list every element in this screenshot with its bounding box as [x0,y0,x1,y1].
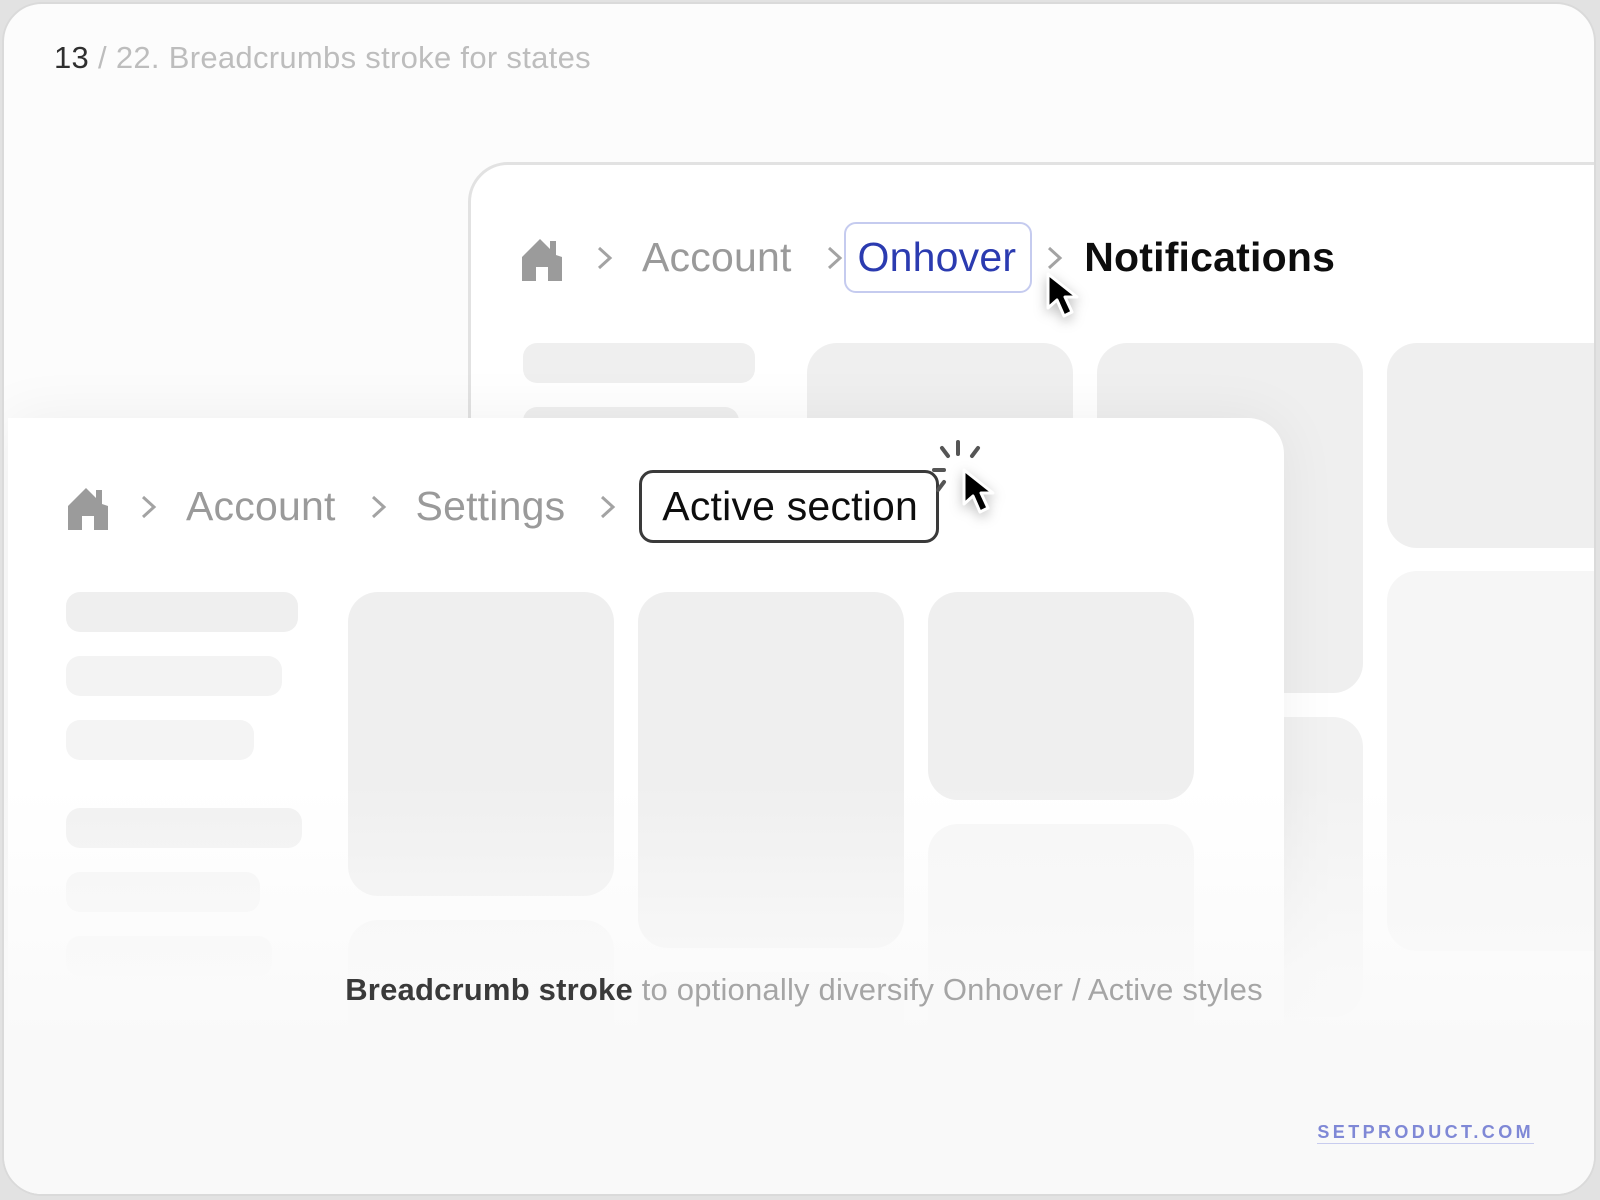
skeleton-line [66,720,254,760]
chevron-right-icon [132,487,166,527]
breadcrumb-item-active-section[interactable]: Active section [639,470,940,543]
skeleton-card [348,592,614,896]
skeleton-card [348,920,614,1120]
cursor-pointer-icon [962,468,995,514]
slide-frame: 13 / 22. Breadcrumbs stroke for states A… [2,2,1596,1196]
home-icon[interactable] [520,235,564,281]
skeleton-line [66,936,272,976]
slide-title: 13 / 22. Breadcrumbs stroke for states [54,40,591,76]
skeleton-line [66,592,298,632]
breadcrumb-hover-example: Account Onhover Notifications [520,222,1335,293]
skeleton-card [928,592,1194,800]
breadcrumb-item-notifications: Notifications [1084,234,1336,280]
home-icon[interactable] [66,484,110,530]
skeleton-card [638,592,904,948]
breadcrumb-active-example: Account Settings Active section [66,470,940,543]
skeleton-line [523,343,755,383]
breadcrumb-item-settings[interactable]: Settings [416,483,566,530]
skeleton-card [1387,571,1594,951]
brand-link[interactable]: SETPRODUCT.COM [1317,1122,1534,1144]
skeleton-card [1387,343,1594,548]
skeleton-line [66,808,302,848]
breadcrumb-item-account[interactable]: Account [186,483,336,530]
skeleton-card [928,824,1194,1074]
skeleton-line [66,872,260,912]
chevron-right-icon [591,487,625,527]
caption-rest: to optionally diversify Onhover / Active… [632,972,1263,1007]
cursor-pointer-icon [1046,272,1079,318]
caption: Breadcrumb stroke to optionally diversif… [4,972,1594,1008]
skeleton-line [66,656,282,696]
breadcrumb-item-onhover[interactable]: Onhover [843,222,1033,293]
slide-number: 13 [54,40,90,75]
chevron-right-icon [818,238,852,278]
chevron-right-icon [588,238,622,278]
chevron-right-icon [362,487,396,527]
caption-bold: Breadcrumb stroke [345,972,633,1007]
slide-title-text: / 22. Breadcrumbs stroke for states [89,40,591,75]
breadcrumb-item-account[interactable]: Account [642,234,792,281]
